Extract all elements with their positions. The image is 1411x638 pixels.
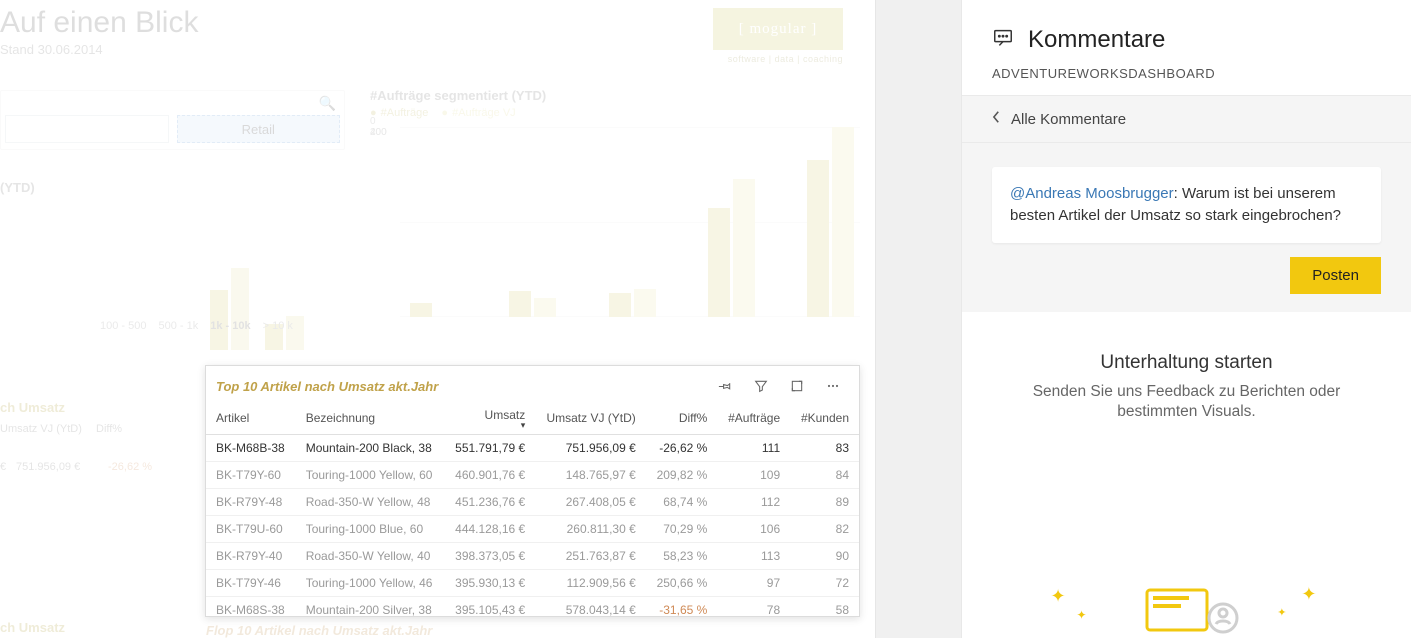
chart-legend: #Aufträge #Aufträge VJ [370,107,860,119]
col-kunden[interactable]: #Kunden [790,402,859,435]
brand-sub: software | data | coaching [728,54,843,64]
col-diff[interactable]: Diff% [646,402,718,435]
col-umsatz[interactable]: Umsatz [444,402,535,435]
comments-panel: Kommentare ADVENTUREWORKSDASHBOARD Alle … [961,0,1411,638]
back-to-all-comments[interactable]: Alle Kommentare [962,95,1411,143]
col-bezeichnung[interactable]: Bezeichnung [296,402,444,435]
bottom-title: ch Umsatz [0,620,65,635]
start-title: Unterhaltung starten [992,352,1381,374]
comments-subtitle: ADVENTUREWORKSDASHBOARD [992,66,1381,81]
col-artikel[interactable]: Artikel [206,402,296,435]
side-table-title: ch Umsatz [0,400,200,415]
table-row[interactable]: BK-T79U-60Touring-1000 Blue, 60444.128,1… [206,516,859,543]
gap-strip [875,0,961,638]
comments-icon [992,27,1014,54]
chart-title: #Aufträge segmentiert (YTD) [370,88,860,103]
report-canvas: Auf einen Blick Stand 30.06.2014 [ mogul… [0,0,875,638]
table-row[interactable]: BK-T79Y-46Touring-1000 Yellow, 46395.930… [206,570,859,597]
brand-badge: [ mogular ] software | data | coaching [713,8,843,50]
slicer-option-blank[interactable] [5,115,169,143]
col-umsatz-vj[interactable]: Umsatz VJ (YtD) [535,402,646,435]
start-conversation-section: Unterhaltung starten Senden Sie uns Feed… [962,312,1411,638]
top10-table[interactable]: Artikel Bezeichnung Umsatz Umsatz VJ (Yt… [206,402,859,623]
comment-mention[interactable]: @Andreas Moosbrugger [1010,185,1174,202]
flop-title: Flop 10 Artikel nach Umsatz akt.Jahr [206,623,432,638]
ytd-label: (YTD) [0,180,35,195]
comment-input-bubble[interactable]: @Andreas Moosbrugger: Warum ist bei unse… [992,167,1381,243]
slicer-option-retail[interactable]: Retail [177,115,341,143]
focus-mode-icon[interactable] [779,372,815,400]
visual-title: Top 10 Artikel nach Umsatz akt.Jahr [216,379,438,394]
top10-table-visual[interactable]: Top 10 Artikel nach Umsatz akt.Jahr Arti… [205,365,860,617]
brand-label: [ mogular ] [739,21,817,38]
slicer-channel[interactable]: 🔍 Retail [0,90,345,150]
start-illustration: ✦ ✦ ✦ ✦ [1037,578,1337,638]
table-row[interactable]: BK-R79Y-40Road-350-W Yellow, 40398.373,0… [206,543,859,570]
back-label: Alle Kommentare [1011,111,1126,128]
side-summary-table: ch Umsatz Umsatz VJ (YtD) Diff% € 751.95… [0,400,200,473]
mini-chart-categories: 100 - 500 500 - 1k 1k - 10k > 10 k [0,320,345,332]
more-options-icon[interactable] [815,372,851,400]
table-row[interactable]: BK-T79Y-60Touring-1000 Yellow, 60460.901… [206,462,859,489]
col-auftraege[interactable]: #Aufträge [717,402,790,435]
chevron-left-icon [992,110,1001,128]
segmented-orders-chart[interactable]: #Aufträge segmentiert (YTD) #Aufträge #A… [370,88,860,348]
start-subtitle: Senden Sie uns Feedback zu Berichten ode… [992,382,1381,424]
pin-icon[interactable] [707,372,743,400]
table-row[interactable]: BK-M68S-38Mountain-200 Silver, 38395.105… [206,597,859,624]
table-row[interactable]: BK-M68B-38Mountain-200 Black, 38551.791,… [206,435,859,462]
comments-title: Kommentare [1028,26,1165,54]
table-row[interactable]: BK-R79Y-48Road-350-W Yellow, 48451.236,7… [206,489,859,516]
post-button[interactable]: Posten [1290,257,1381,294]
filter-icon[interactable] [743,372,779,400]
search-icon[interactable]: 🔍 [319,95,336,112]
